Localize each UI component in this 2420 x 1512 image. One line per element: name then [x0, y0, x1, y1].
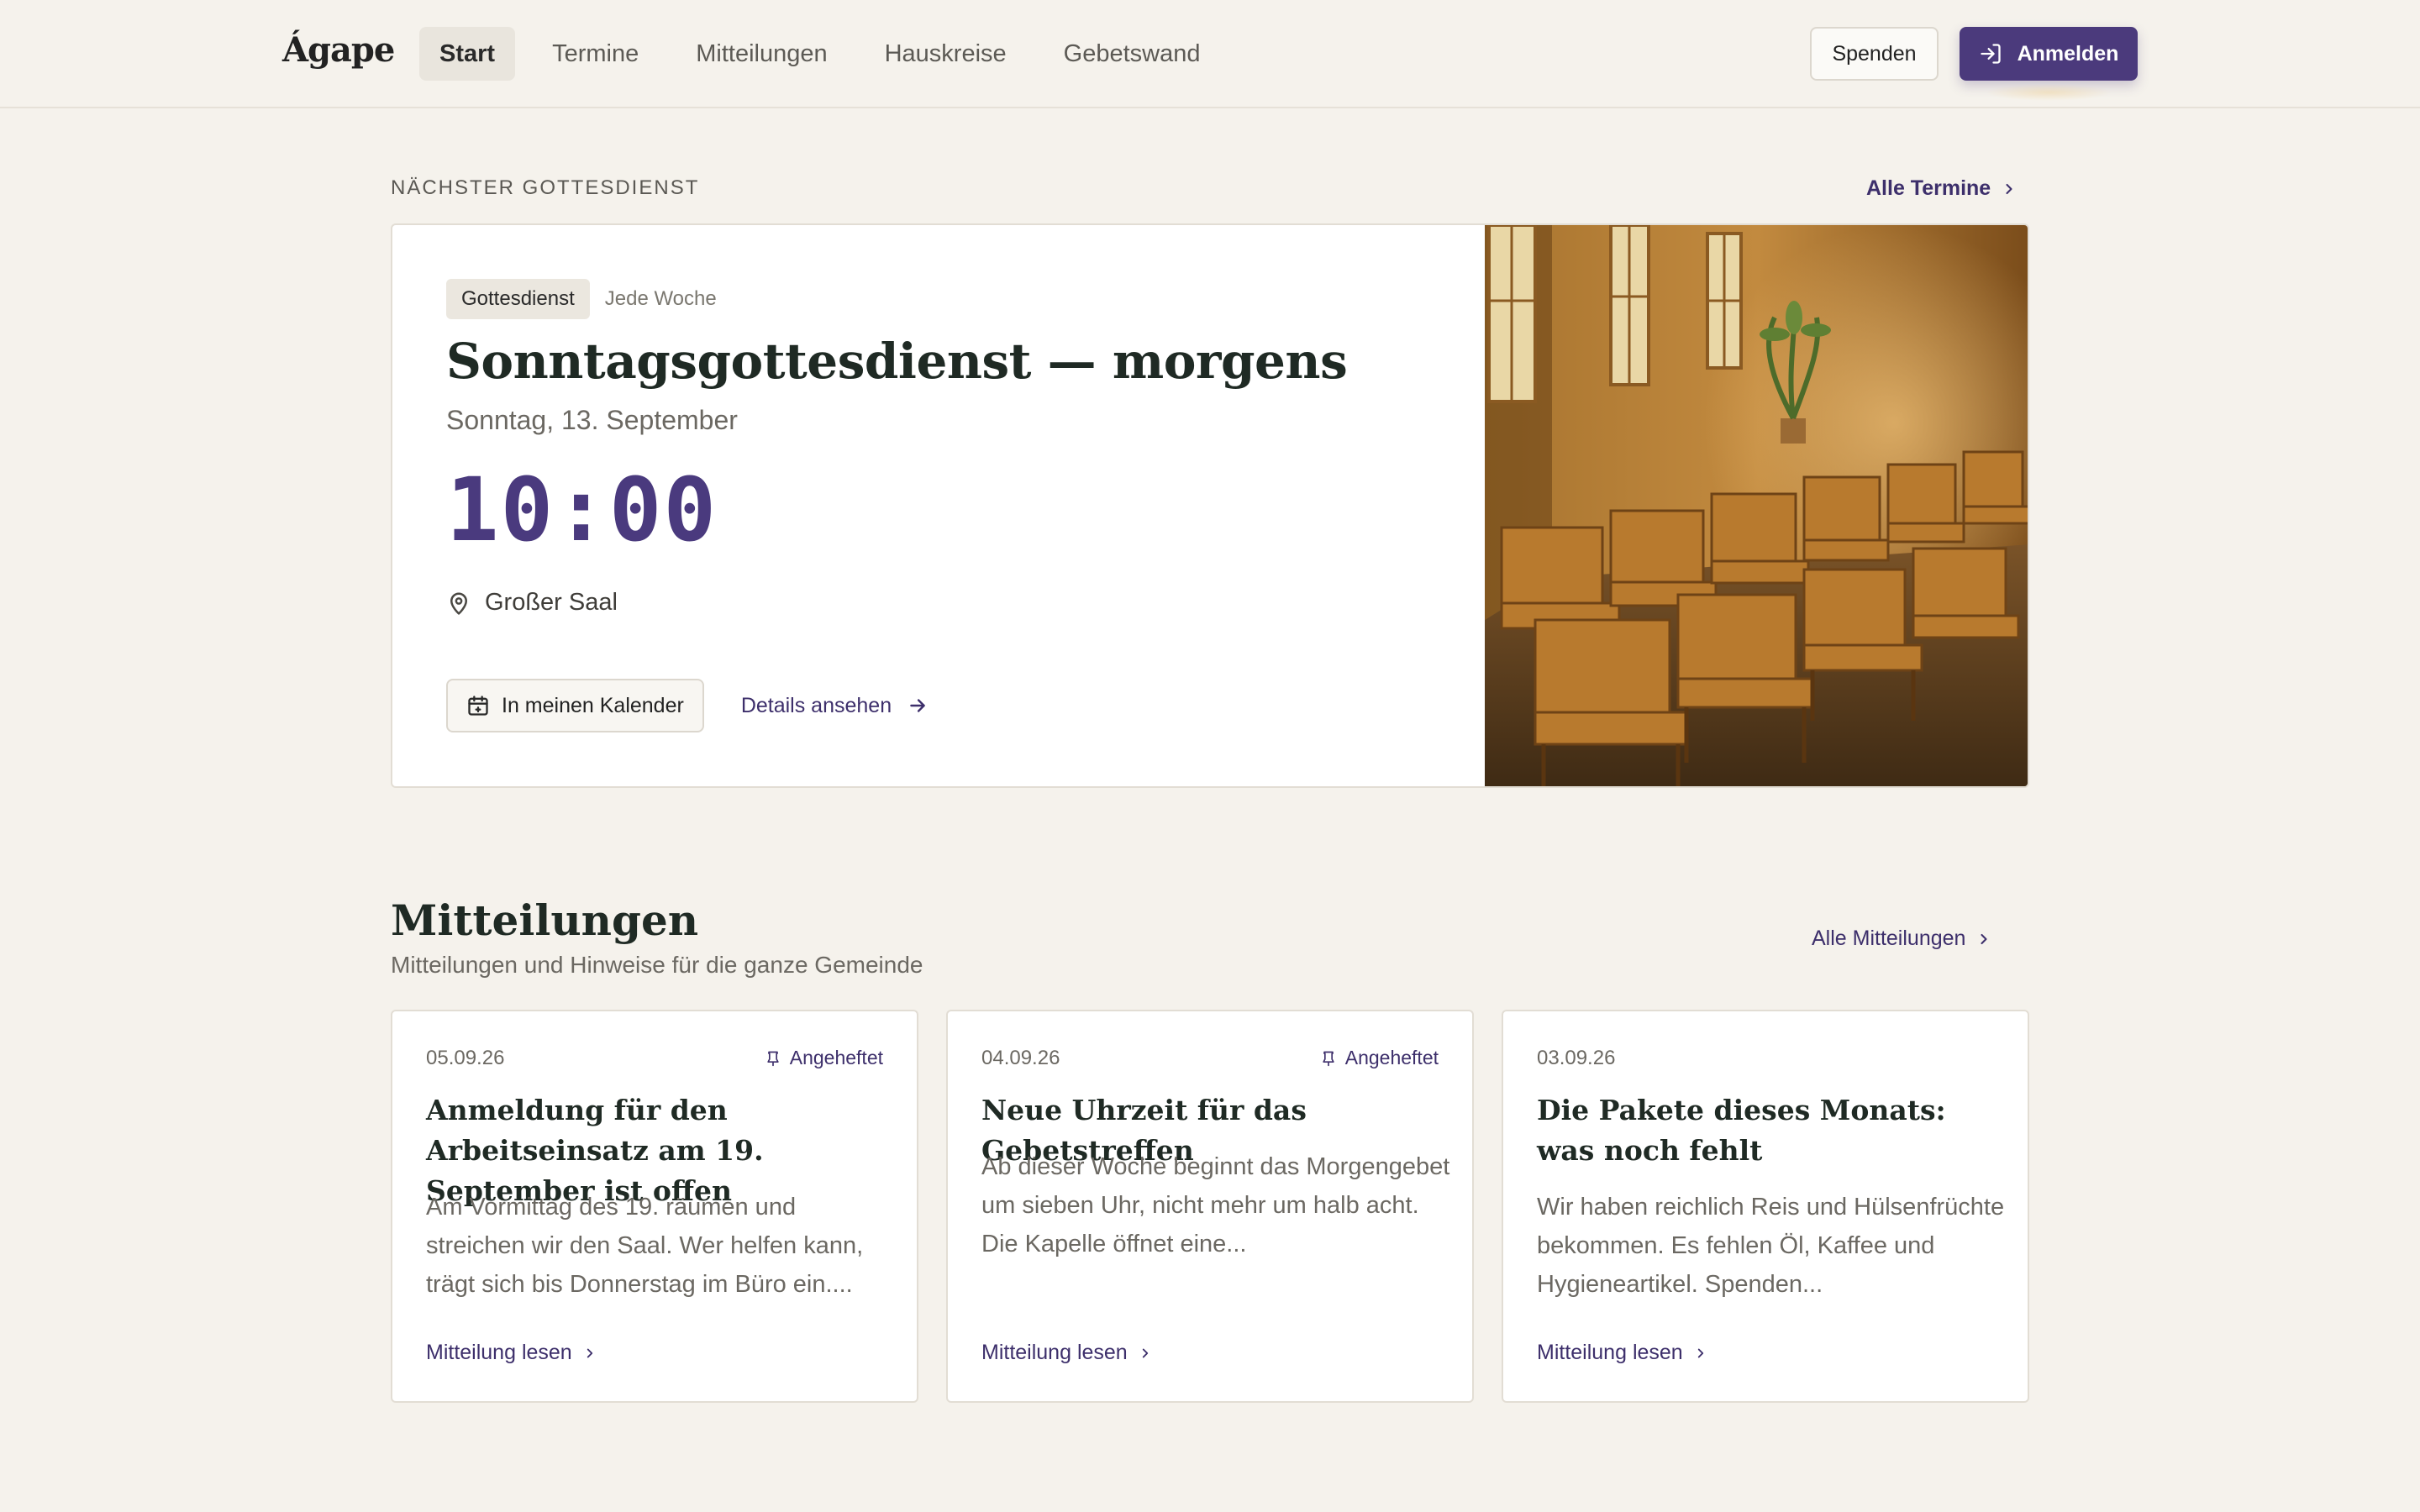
- event-details-label: Details ansehen: [740, 693, 892, 717]
- login-button[interactable]: Anmelden: [1960, 27, 2138, 81]
- event-card: Gottesdienst Jede Woche Sonntagsgottesdi…: [391, 223, 2029, 788]
- login-glow: [1985, 84, 2112, 101]
- add-to-calendar-button[interactable]: In meinen Kalender: [446, 679, 704, 732]
- announcement-card[interactable]: 04.09.26 Angeheftet Neue Uhrzeit für das…: [946, 1010, 1474, 1403]
- event-details-link[interactable]: Details ansehen: [741, 694, 929, 718]
- read-announcement-link[interactable]: Mitteilung lesen: [981, 1341, 1153, 1365]
- login-icon: [1980, 44, 2001, 64]
- map-pin-icon: [450, 592, 467, 615]
- event-category-tag: Gottesdienst: [446, 279, 590, 319]
- pin-icon: [1323, 1051, 1334, 1066]
- event-tag-row: Gottesdienst Jede Woche: [446, 279, 1455, 319]
- all-events-label: Alle Termine: [1866, 176, 1991, 200]
- chevron-right-icon: [587, 1348, 592, 1357]
- event-title: Sonntagsgottesdienst — morgens: [446, 333, 1348, 390]
- pin-icon: [767, 1051, 779, 1066]
- login-button-label: Anmelden: [2017, 41, 2119, 66]
- calendar-icon: [468, 696, 488, 716]
- read-announcement-label: Mitteilung lesen: [426, 1341, 572, 1364]
- next-service-label: NÄCHSTER GOTTESDIENST: [391, 176, 700, 199]
- announcement-title: Die Pakete dieses Monats: was noch fehlt: [1537, 1094, 1946, 1167]
- pinned-label: Angeheftet: [789, 1047, 883, 1068]
- nav-item-mitteilungen[interactable]: Mitteilungen: [676, 27, 847, 81]
- event-actions: In meinen Kalender Details ansehen: [446, 679, 929, 732]
- chevron-right-icon: [1697, 1348, 1703, 1357]
- announcement-card[interactable]: 03.09.26 Die Pakete dieses Monats: was n…: [1502, 1010, 2029, 1403]
- donate-button[interactable]: Spenden: [1810, 27, 1939, 81]
- read-announcement-label: Mitteilung lesen: [1537, 1341, 1683, 1364]
- announcement-excerpt: Ab dieser Woche beginnt das Morgengebet …: [981, 1153, 1450, 1257]
- read-announcement-link[interactable]: Mitteilung lesen: [426, 1341, 597, 1365]
- announcements-subtitle: Mitteilungen und Hinweise für die ganze …: [391, 952, 923, 978]
- church-hall-image: [1485, 225, 2028, 786]
- announcement-date: 04.09.26: [981, 1047, 1060, 1069]
- all-announcements-label: Alle Mitteilungen: [1812, 927, 1966, 950]
- main-nav: Start Termine Mitteilungen Hauskreise Ge…: [419, 27, 1221, 81]
- nav-item-hauskreise[interactable]: Hauskreise: [865, 27, 1027, 81]
- nav-item-gebetswand[interactable]: Gebetswand: [1044, 27, 1221, 81]
- event-location-label: Großer Saal: [485, 589, 618, 616]
- chevron-right-icon: [1981, 933, 1987, 944]
- event-date: Sonntag, 13. September: [446, 405, 738, 435]
- announcement-date: 03.09.26: [1537, 1047, 1616, 1069]
- all-announcements-link[interactable]: Alle Mitteilungen: [1812, 927, 1992, 951]
- event-location: Großer Saal: [446, 589, 1455, 617]
- pinned-badge: Angeheftet: [765, 1047, 883, 1069]
- announcement-excerpt: Wir haben reichlich Reis und Hülsenfrüch…: [1537, 1194, 2005, 1298]
- add-to-calendar-label: In meinen Kalender: [502, 693, 684, 717]
- nav-item-start[interactable]: Start: [419, 27, 516, 81]
- pinned-label: Angeheftet: [1344, 1047, 1439, 1068]
- chevron-right-icon: [2006, 183, 2012, 194]
- nav-item-termine[interactable]: Termine: [532, 27, 659, 81]
- event-recurrence: Jede Woche: [604, 287, 717, 310]
- pinned-badge: Angeheftet: [1320, 1047, 1439, 1069]
- chevron-right-icon: [1142, 1348, 1148, 1357]
- site-logo[interactable]: Ágape: [282, 30, 395, 70]
- event-body: Gottesdienst Jede Woche Sonntagsgottesdi…: [446, 279, 1455, 617]
- announcement-date: 05.09.26: [426, 1047, 505, 1069]
- arrow-right-icon: [910, 699, 925, 712]
- announcements-title: Mitteilungen: [391, 895, 699, 945]
- announcement-card[interactable]: 05.09.26 Angeheftet Anmeldung für den Ar…: [391, 1010, 918, 1403]
- event-time: 10:00: [446, 459, 718, 561]
- all-events-link[interactable]: Alle Termine: [1866, 176, 2018, 201]
- announcement-excerpt: Am Vormittag des 19. räumen und streiche…: [426, 1194, 864, 1298]
- read-announcement-label: Mitteilung lesen: [981, 1341, 1128, 1364]
- read-announcement-link[interactable]: Mitteilung lesen: [1537, 1341, 1708, 1365]
